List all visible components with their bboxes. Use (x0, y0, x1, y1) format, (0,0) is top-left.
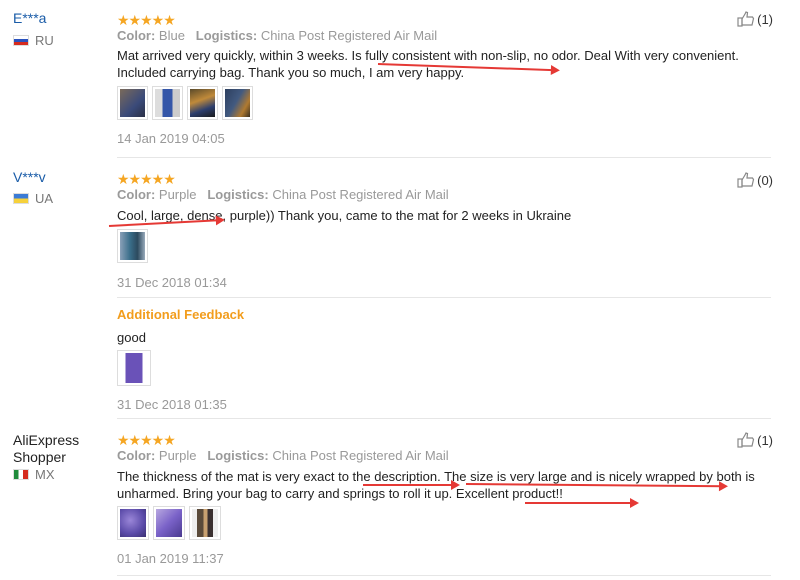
color-label: Color: (117, 448, 156, 463)
review-photo[interactable] (117, 350, 151, 386)
review-date: 31 Dec 2018 01:34 (117, 275, 227, 290)
color-label: Color: (117, 187, 156, 202)
flag-ua-icon (13, 193, 29, 204)
color-value: Purple (158, 187, 197, 202)
helpful-button[interactable]: (0) (737, 172, 773, 188)
review-divider (117, 575, 771, 576)
logistics-label: Logistics: (207, 187, 269, 202)
review-photos (117, 229, 148, 263)
flag-ru-icon (13, 35, 29, 46)
review-photo[interactable] (153, 506, 185, 540)
country-code: RU (35, 33, 54, 48)
logistics-label: Logistics: (207, 448, 269, 463)
review-photo[interactable] (117, 506, 149, 540)
review-photos (117, 506, 221, 540)
review-divider (117, 157, 771, 158)
logistics-label: Logistics: (195, 28, 258, 43)
reviewer-country: MX (13, 467, 55, 482)
review-date: 01 Jan 2019 11:37 (117, 551, 224, 566)
reviewer-name[interactable]: AliExpress Shopper (13, 432, 103, 466)
thumbs-up-icon (737, 432, 755, 448)
additional-date: 31 Dec 2018 01:35 (117, 397, 227, 412)
reviewer-country: UA (13, 191, 53, 206)
star-rating: ★★★★★ (117, 171, 176, 187)
helpful-count: (1) (757, 11, 773, 27)
helpful-button[interactable]: (1) (737, 432, 773, 448)
review-text: Mat arrived very quickly, within 3 weeks… (117, 48, 739, 80)
reviewer-name[interactable]: V***v (13, 169, 46, 186)
logistics-value: China Post Registered Air Mail (272, 448, 449, 463)
helpful-button[interactable]: (1) (737, 11, 773, 27)
reviewer-name[interactable]: E***a (13, 10, 46, 27)
logistics-value: China Post Registered Air Mail (272, 187, 449, 202)
reviewer-country: RU (13, 33, 54, 48)
thumbs-up-icon (737, 172, 755, 188)
additional-feedback-title: Additional Feedback (117, 307, 245, 322)
country-code: MX (35, 467, 55, 482)
color-label: Color: (117, 28, 156, 43)
review-photo[interactable] (189, 506, 221, 540)
star-rating: ★★★★★ (117, 12, 176, 28)
order-info: Color: Blue Logistics: China Post Regist… (117, 28, 437, 43)
logistics-value: China Post Registered Air Mail (260, 28, 438, 43)
additional-divider (117, 297, 771, 298)
review-divider (117, 418, 771, 419)
annotation-arrow (363, 480, 460, 490)
country-code: UA (35, 191, 54, 206)
order-info: Color: Purple Logistics: China Post Regi… (117, 187, 449, 202)
thumbs-up-icon (737, 11, 755, 27)
helpful-count: (0) (757, 172, 773, 188)
helpful-count: (1) (757, 432, 773, 448)
color-value: Blue (158, 28, 185, 43)
additional-photos (117, 350, 151, 386)
flag-mx-icon (13, 469, 29, 480)
star-rating: ★★★★★ (117, 432, 176, 448)
color-value: Purple (158, 448, 197, 463)
annotation-arrow (525, 498, 639, 508)
review-photos (117, 86, 253, 120)
review-date: 14 Jan 2019 04:05 (117, 131, 225, 146)
review-photo[interactable] (117, 229, 148, 263)
order-info: Color: Purple Logistics: China Post Regi… (117, 448, 449, 463)
review-photo[interactable] (117, 86, 148, 120)
additional-feedback-text: good (117, 330, 146, 345)
review-photo[interactable] (222, 86, 253, 120)
review-photo[interactable] (152, 86, 183, 120)
review-photo[interactable] (187, 86, 218, 120)
